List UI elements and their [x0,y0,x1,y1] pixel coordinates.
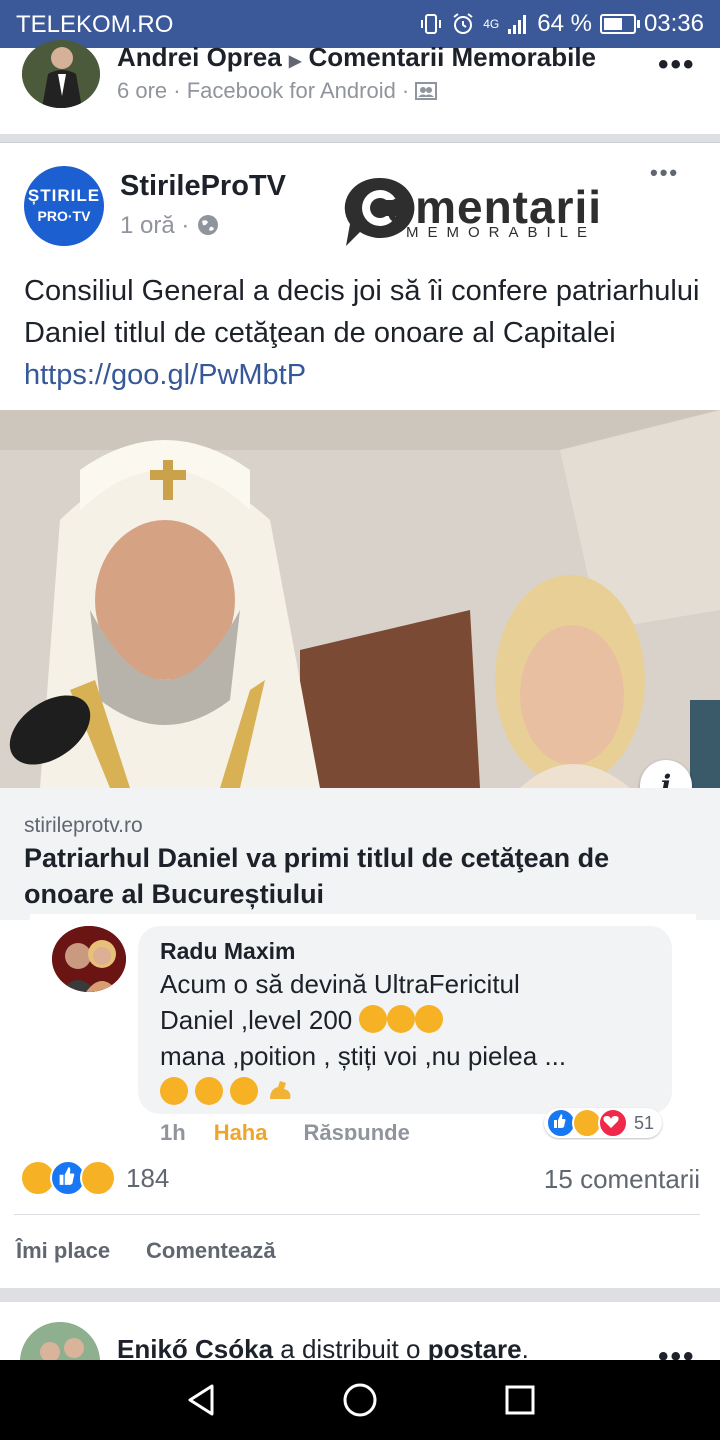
share-title: Andrei Oprea ▶ Comentarii Memorabile [117,42,596,73]
post-body: Consiliul General a decis joi să îi conf… [24,270,704,396]
avatar[interactable] [22,40,100,108]
globe-icon [198,215,219,235]
battery-icon [599,14,640,34]
laughing-tears-emoji [387,1005,416,1033]
status-icons: 4G 64 % 03:36 [419,10,704,38]
link-domain: stirileprotv.ro [24,814,143,837]
home-icon[interactable] [342,1382,378,1418]
like-button[interactable]: Îmi place [16,1238,110,1264]
laughing-tears-emoji [160,1077,188,1105]
next-post: Enikő Csóka a distribuit o postare. ••• [0,1302,720,1362]
comment-author[interactable]: Radu Maxim [160,938,295,965]
comment-avatar[interactable] [52,926,126,992]
sad-icon [80,1160,116,1196]
group-icon [415,82,438,100]
reaction-count: 184 [126,1162,170,1193]
page-avatar[interactable]: ȘTIRILE PRO·TV [24,166,104,246]
comment-line-2: Daniel ,level 200 [160,1005,353,1035]
battery-percent: 64 % [537,10,592,37]
avatar[interactable] [20,1322,100,1362]
comment-reactions[interactable]: 51 [544,1108,663,1138]
comentarii-memorabile-watermark: omentarii MEMORABILE [340,172,640,252]
original-post-meta: 1 oră · [120,212,220,240]
status-bar: TELEKOM.RO 4G 64 % 03:36 [0,0,720,48]
next-post-more-button[interactable]: ••• [658,1340,696,1362]
author-name[interactable]: Andrei Oprea [117,42,282,72]
comment-button[interactable]: Comentează [146,1238,276,1264]
alarm-icon [453,13,473,34]
post-link[interactable]: https://goo.gl/PwMbtP [24,359,306,391]
next-post-title: Enikő Csóka a distribuit o postare. [117,1334,529,1362]
comment-line-3: mana ,poition , știți voi ,nu pielea ... [160,1041,567,1071]
laughing-tears-emoji [359,1005,388,1033]
comment-line-2-wrap: Daniel ,level 200 [160,1002,660,1038]
haha-button[interactable]: Haha [214,1120,268,1142]
recents-icon[interactable] [504,1384,536,1416]
logo-line-1: ȘTIRILE [27,186,101,205]
comment-time: 1h [160,1120,186,1142]
more-options-button[interactable]: ••• [658,48,696,82]
next-post-punct: . [521,1334,529,1362]
arrow-right-icon: ▶ [288,53,302,70]
navigation-bar [0,1360,720,1440]
clock: 03:36 [643,10,704,37]
logo-line-2: PRO·TV [37,208,91,224]
next-post-author[interactable]: Enikő Csóka [117,1334,273,1362]
vibrate-icon [421,14,442,34]
group-name[interactable]: Comentarii Memorabile [309,42,597,72]
comment-emoji-line [160,1074,660,1110]
carrier-name: TELEKOM.RO [16,11,174,38]
next-post-action: a distribuit o [273,1334,428,1362]
page-name[interactable]: StirileProTV [120,170,286,203]
love-icon [598,1108,628,1138]
comment-reaction-count: 51 [634,1112,655,1133]
post-meta-text: 6 ore · Facebook for Android · [117,78,410,103]
laughing-tears-emoji [230,1077,259,1105]
network-type: 4G [483,17,500,31]
next-post-object[interactable]: postare [428,1334,522,1362]
reactions-summary[interactable]: 184 [20,1160,169,1196]
post-image[interactable] [0,410,720,788]
flexed-biceps-emoji [266,1077,294,1105]
laughing-tears-emoji [195,1077,224,1105]
comment-line-1: Acum o să devină UltraFericitul [160,969,520,999]
watermark-sub: MEMORABILE [406,224,597,241]
divider [14,1214,700,1215]
comment-text: Acum o să devină UltraFericitul Daniel ,… [160,966,660,1110]
reply-button[interactable]: Răspunde [303,1120,409,1142]
comments-count[interactable]: 15 comentarii [544,1164,700,1195]
comment-actions: 1h Haha Răspunde [160,1120,410,1142]
back-icon[interactable] [184,1382,218,1418]
original-more-options-button[interactable]: ••• [650,160,679,186]
signal-icon [508,15,527,34]
laughing-tears-emoji [415,1005,444,1033]
post-text: Consiliul General a decis joi să îi conf… [24,275,700,349]
link-title[interactable]: Patriarhul Daniel va primi titlul de cet… [24,840,704,912]
post-meta: 6 ore · Facebook for Android · [117,78,438,104]
post-time: 1 oră · [120,212,190,239]
